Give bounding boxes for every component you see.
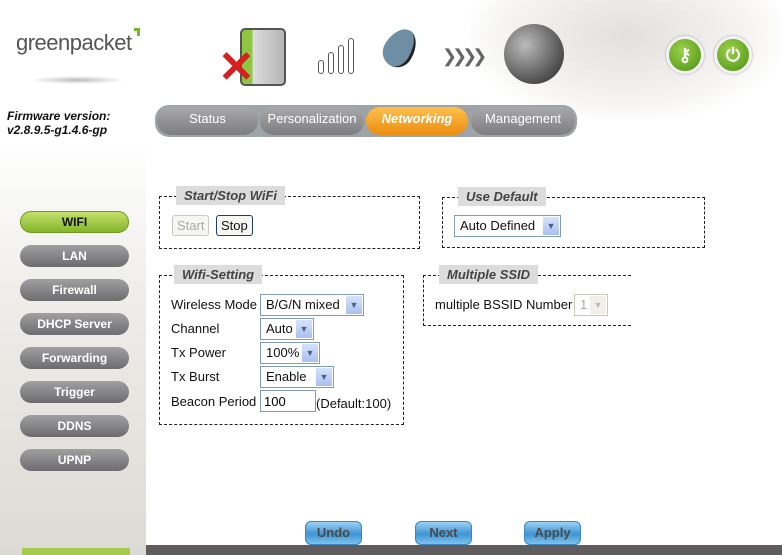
- beacon-period-label: Beacon Period: [171, 394, 257, 409]
- stop-button[interactable]: Stop: [216, 215, 253, 236]
- bssid-number-value: 1: [580, 297, 588, 312]
- use-default-group: Use Default Auto Defined ▼: [442, 187, 705, 248]
- greenpacket-logo: greenpacket: [16, 28, 140, 56]
- bssid-number-select[interactable]: 1 ▼: [574, 294, 608, 316]
- beacon-period-hint: (Default:100): [316, 396, 392, 411]
- wireless-mode-value: B/G/N mixed: [266, 297, 340, 312]
- tx-power-select[interactable]: 100% ▼: [260, 342, 320, 364]
- device-disconnected-icon: ✕: [218, 26, 290, 90]
- wireless-mode-select[interactable]: B/G/N mixed ▼: [260, 294, 364, 316]
- logo-text: greenpacket: [16, 30, 132, 55]
- use-default-value: Auto Defined: [460, 218, 536, 233]
- chevron-down-icon: ▼: [543, 217, 559, 235]
- footer-accent-bar: [22, 548, 130, 555]
- apply-button[interactable]: Apply: [524, 521, 581, 545]
- satellite-dish-icon: [377, 23, 423, 78]
- sidebar-item-upnp[interactable]: UPNP: [20, 449, 129, 471]
- arrows-icon: ❯❯❯❯: [442, 46, 487, 66]
- sidebar-item-dhcp-server[interactable]: DHCP Server: [20, 313, 129, 335]
- wifi-setting-group: Wifi-Setting Wireless Mode B/G/N mixed ▼ …: [159, 265, 404, 425]
- tx-burst-value: Enable: [266, 369, 307, 384]
- firmware-info: Firmware version: v2.8.9.5-g1.4.6-gp: [7, 109, 110, 137]
- key-button[interactable]: ⚷: [666, 36, 704, 74]
- wifi-setting-legend: Wifi-Setting: [174, 265, 263, 284]
- undo-button[interactable]: Undo: [305, 521, 362, 545]
- sidebar-item-ddns[interactable]: DDNS: [20, 415, 129, 437]
- use-default-select[interactable]: Auto Defined ▼: [454, 215, 561, 237]
- tab-personalization[interactable]: Personalization: [260, 107, 364, 135]
- start-stop-legend: Start/Stop WiFi: [176, 186, 286, 205]
- beacon-period-input[interactable]: [260, 390, 316, 412]
- sidebar-item-forwarding[interactable]: Forwarding: [20, 347, 129, 369]
- sidebar-item-trigger[interactable]: Trigger: [20, 381, 129, 403]
- start-button[interactable]: Start: [172, 215, 210, 236]
- chevron-down-icon: ▼: [296, 320, 312, 338]
- footer-bar: [146, 545, 782, 555]
- signal-bars-icon: [318, 38, 356, 76]
- sidebar-item-firewall[interactable]: Firewall: [20, 279, 129, 301]
- chevron-down-icon: ▼: [346, 296, 362, 314]
- channel-select[interactable]: Auto ▼: [260, 318, 314, 340]
- logo-shadow: [30, 76, 125, 84]
- tx-burst-label: Tx Burst: [171, 369, 220, 384]
- sidebar-item-lan[interactable]: LAN: [20, 245, 129, 267]
- power-button[interactable]: ⏻: [714, 36, 752, 74]
- channel-label: Channel: [171, 321, 220, 336]
- sidebar-item-wifi[interactable]: WIFI: [20, 211, 129, 233]
- chevron-down-icon: ▼: [316, 368, 332, 386]
- tab-status[interactable]: Status: [157, 107, 258, 135]
- tab-management[interactable]: Management: [471, 107, 575, 135]
- power-icon: ⏻: [725, 44, 741, 65]
- start-stop-wifi-group: Start/Stop WiFi Start Stop: [159, 186, 420, 249]
- chevron-down-icon: ▼: [302, 344, 318, 362]
- chevron-down-icon: ▼: [590, 296, 606, 314]
- main-tabs: Status Personalization Networking Manage…: [155, 105, 577, 137]
- use-default-legend: Use Default: [458, 187, 546, 206]
- wireless-mode-label: Wireless Mode: [171, 297, 257, 312]
- channel-value: Auto: [266, 321, 293, 336]
- firmware-version: v2.8.9.5-g1.4.6-gp: [7, 123, 108, 137]
- tx-power-value: 100%: [266, 345, 300, 360]
- tab-networking[interactable]: Networking: [366, 107, 468, 135]
- tx-power-label: Tx Power: [171, 345, 226, 360]
- globe-icon: [504, 24, 564, 84]
- bssid-number-label: multiple BSSID Number: [435, 297, 573, 312]
- firmware-label: Firmware version:: [7, 109, 111, 123]
- key-icon: ⚷: [678, 44, 692, 65]
- next-button[interactable]: Next: [415, 521, 472, 545]
- tx-burst-select[interactable]: Enable ▼: [260, 366, 334, 388]
- multiple-ssid-legend: Multiple SSID: [439, 265, 539, 284]
- multiple-ssid-group: Multiple SSID multiple BSSID Number 1 ▼: [423, 265, 631, 326]
